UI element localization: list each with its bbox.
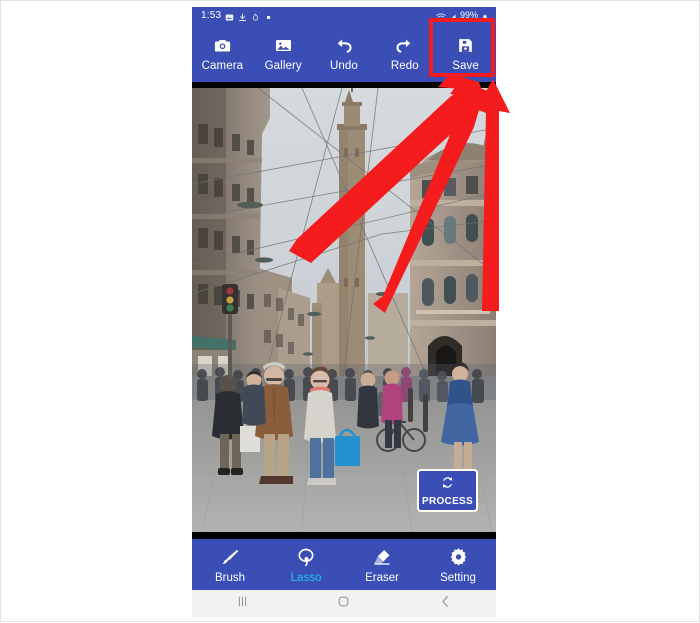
redo-icon [394,34,415,56]
bottom-toolbar: Brush Lasso Eraser Setting [192,539,496,590]
back-icon[interactable] [438,594,453,614]
recents-icon[interactable] [235,594,250,614]
image-icon [225,11,234,21]
process-button[interactable]: PROCESS [417,469,478,512]
status-bar-left: 1:53 [201,7,273,24]
process-label: PROCESS [421,495,473,507]
download-icon [238,11,247,21]
undo-button[interactable]: Undo [314,24,375,82]
drop-icon [251,11,260,21]
save-highlight-box [429,18,495,77]
status-clock: 1:53 [201,10,222,21]
lasso-tool-button[interactable]: Lasso [268,539,344,590]
camera-button[interactable]: Camera [192,24,253,82]
brush-tool-button[interactable]: Brush [192,539,268,590]
gallery-label: Gallery [264,60,302,72]
gallery-icon [274,34,293,56]
lasso-icon [296,546,316,568]
phone-screen: 1:53 99% Camera Gallery Undo Redo Save ?… [192,7,496,617]
setting-label: Setting [440,571,476,584]
redo-label: Redo [390,60,419,72]
refresh-icon [440,475,455,495]
redo-button[interactable]: Redo [374,24,435,82]
android-nav-bar [192,590,496,617]
camera-icon [213,34,232,56]
gallery-button[interactable]: Gallery [253,24,314,82]
canvas-bottom-divider [192,532,496,539]
street-photo [192,88,496,532]
undo-label: Undo [330,60,358,72]
undo-icon [333,34,354,56]
dot-icon [264,11,273,20]
eraser-tool-button[interactable]: Eraser [344,539,420,590]
eraser-label: Eraser [365,571,399,584]
lasso-label: Lasso [290,571,322,584]
home-icon[interactable] [336,594,351,614]
eraser-icon [372,546,392,568]
brush-icon [220,546,240,568]
photo-canvas[interactable]: ? PROCESS [192,88,496,532]
setting-tool-button[interactable]: Setting [420,539,496,590]
brush-label: Brush [214,571,246,584]
screenshot-frame: 1:53 99% Camera Gallery Undo Redo Save ?… [0,0,700,622]
camera-label: Camera [201,60,244,72]
gear-icon [449,546,468,568]
help-icon[interactable]: ? [462,92,477,107]
